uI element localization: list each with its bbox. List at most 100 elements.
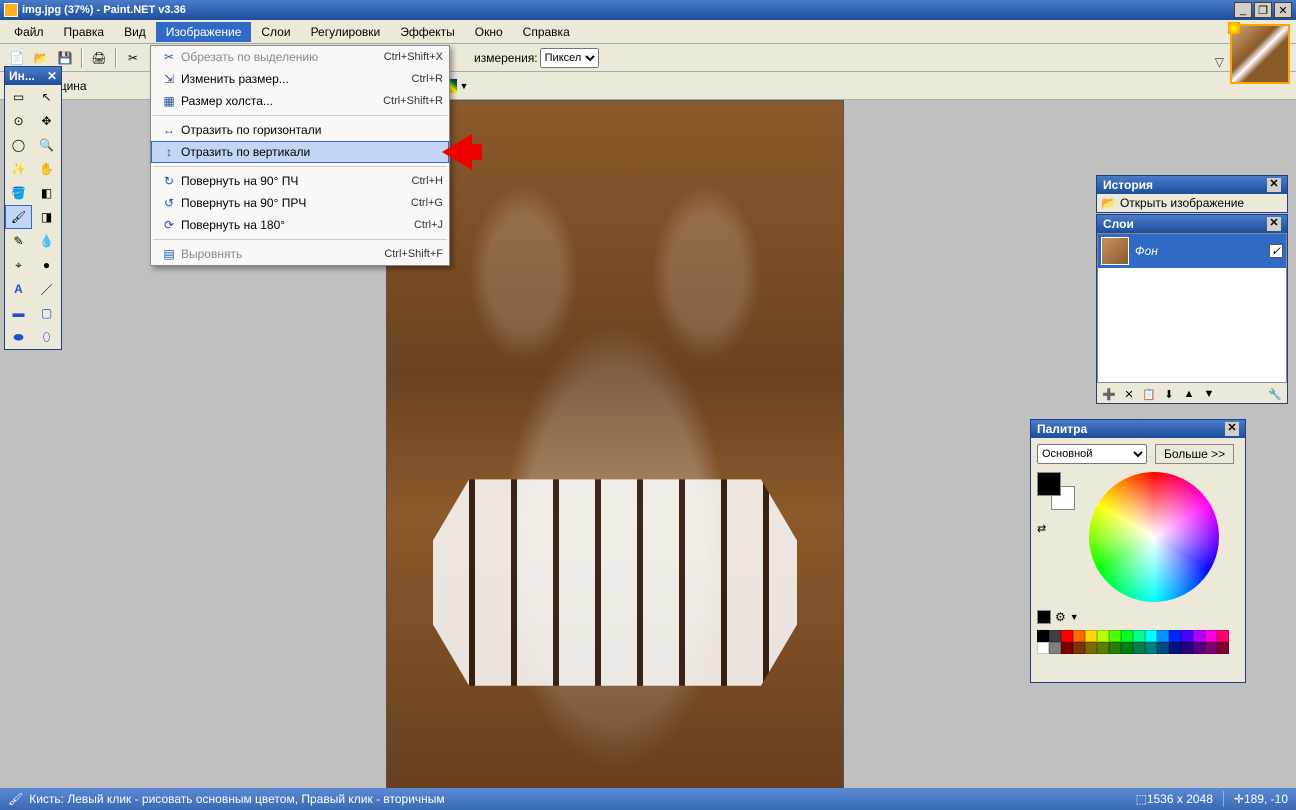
layers-title[interactable]: Слои (1103, 217, 1134, 231)
move-selection-tool[interactable]: ✥ (33, 109, 60, 133)
color-wheel[interactable] (1089, 472, 1219, 602)
cut-button[interactable]: ✂ (122, 47, 144, 69)
lasso-tool[interactable]: ⊙ (5, 109, 32, 133)
color-swatch[interactable] (1097, 630, 1109, 642)
color-swatch[interactable] (1205, 642, 1217, 654)
ellipse-select-tool[interactable]: ◯ (5, 133, 32, 157)
menu-window[interactable]: Окно (465, 22, 513, 42)
color-swatch[interactable] (1061, 630, 1073, 642)
close-button[interactable]: ✕ (1274, 2, 1292, 18)
gradient-tool[interactable]: ◧ (33, 181, 60, 205)
zoom-tool[interactable]: 🔍 (33, 133, 60, 157)
clone-tool[interactable]: ⌖ (5, 253, 32, 277)
roundrect-tool[interactable]: ▢ (33, 301, 60, 325)
layer-add-icon[interactable]: ➕ (1101, 386, 1117, 402)
color-swatch[interactable] (1085, 642, 1097, 654)
thumbnail-chevron-icon[interactable]: ▽ (1215, 55, 1224, 69)
color-swatch[interactable] (1061, 642, 1073, 654)
minimize-button[interactable]: _ (1234, 2, 1252, 18)
color-swatch[interactable] (1037, 642, 1049, 654)
color-swatch[interactable] (1157, 630, 1169, 642)
color-swatch[interactable] (1145, 642, 1157, 654)
menu-file[interactable]: Файл (4, 22, 54, 42)
panel-close-icon[interactable]: ✕ (1267, 217, 1281, 231)
menu-flip-vertical[interactable]: ↕Отразить по вертикали (151, 141, 449, 163)
swap-colors-icon[interactable]: ⇄ (1037, 522, 1081, 535)
fg-bg-colors[interactable] (1037, 472, 1081, 516)
menu-edit[interactable]: Правка (54, 22, 115, 42)
color-swatch[interactable] (1193, 642, 1205, 654)
color-swatch[interactable] (1121, 630, 1133, 642)
foreground-color[interactable] (1037, 472, 1061, 496)
color-swatch[interactable] (1217, 630, 1229, 642)
color-swatch[interactable] (1073, 642, 1085, 654)
rect-tool[interactable]: ▬ (5, 301, 32, 325)
color-swatch[interactable] (1049, 630, 1061, 642)
menu-canvas-size[interactable]: ▦Размер холста...Ctrl+Shift+R (151, 90, 449, 112)
color-swatch[interactable] (1073, 630, 1085, 642)
dropdown-icon[interactable]: ▼ (460, 81, 469, 91)
more-button[interactable]: Больше >> (1155, 444, 1234, 464)
color-mode-select[interactable]: Основной (1037, 444, 1147, 464)
brush-tool[interactable]: 🖌 (5, 205, 32, 229)
color-swatch[interactable] (1157, 642, 1169, 654)
ellipse-tool[interactable]: ⬬ (5, 325, 32, 349)
color-swatch[interactable] (1205, 630, 1217, 642)
maximize-button[interactable]: ❐ (1254, 2, 1272, 18)
line-tool[interactable]: ／ (33, 277, 60, 301)
layer-down-icon[interactable]: ▼ (1201, 386, 1217, 402)
color-swatch[interactable] (1169, 642, 1181, 654)
pan-tool[interactable]: ✋ (33, 157, 60, 181)
canvas[interactable] (386, 100, 844, 790)
document-thumbnail[interactable] (1230, 24, 1290, 84)
layer-props-icon[interactable]: 🔧 (1267, 386, 1283, 402)
layer-delete-icon[interactable]: ✕ (1121, 386, 1137, 402)
palette-menu-icon[interactable]: ⚙ (1055, 610, 1066, 624)
menu-rotate-180[interactable]: ⟳Повернуть на 180°Ctrl+J (151, 214, 449, 236)
panel-close-icon[interactable]: ✕ (1267, 178, 1281, 192)
panel-close-icon[interactable]: ✕ (47, 69, 57, 83)
print-button[interactable]: 🖨 (88, 47, 110, 69)
pencil-tool[interactable]: ✎ (5, 229, 32, 253)
color-swatch[interactable] (1085, 630, 1097, 642)
color-swatch[interactable] (1133, 642, 1145, 654)
tools-panel-title[interactable]: Ин...✕ (5, 67, 61, 85)
history-title[interactable]: История (1103, 178, 1153, 192)
layer-up-icon[interactable]: ▲ (1181, 386, 1197, 402)
color-swatch[interactable] (1109, 642, 1121, 654)
color-swatch[interactable] (1121, 642, 1133, 654)
color-swatch[interactable] (1181, 642, 1193, 654)
menu-rotate-cw[interactable]: ↻Повернуть на 90° ПЧCtrl+H (151, 170, 449, 192)
color-swatch[interactable] (1037, 630, 1049, 642)
color-swatch[interactable] (1181, 630, 1193, 642)
palette-title[interactable]: Палитра (1037, 422, 1087, 436)
color-swatch[interactable] (1169, 630, 1181, 642)
rect-select-tool[interactable]: ▭ (5, 85, 32, 109)
menu-resize[interactable]: ⇲Изменить размер...Ctrl+R (151, 68, 449, 90)
menu-adjust[interactable]: Регулировки (301, 22, 391, 42)
text-tool[interactable]: A (5, 277, 32, 301)
menu-view[interactable]: Вид (114, 22, 156, 42)
menu-effects[interactable]: Эффекты (390, 22, 465, 42)
menu-rotate-ccw[interactable]: ↺Повернуть на 90° ПРЧCtrl+G (151, 192, 449, 214)
color-swatch[interactable] (1217, 642, 1229, 654)
color-swatch[interactable] (1145, 630, 1157, 642)
eraser-tool[interactable]: ◨ (33, 205, 60, 229)
color-swatch[interactable] (1097, 642, 1109, 654)
unit-select[interactable]: Пиксел (540, 48, 599, 68)
layer-merge-icon[interactable]: ⬇ (1161, 386, 1177, 402)
panel-close-icon[interactable]: ✕ (1225, 422, 1239, 436)
layer-duplicate-icon[interactable]: 📋 (1141, 386, 1157, 402)
wand-tool[interactable]: ✨ (5, 157, 32, 181)
color-swatch[interactable] (1193, 630, 1205, 642)
menu-layers[interactable]: Слои (251, 22, 300, 42)
fill-tool[interactable]: 🪣 (5, 181, 32, 205)
layer-visible-checkbox[interactable]: ✓ (1269, 244, 1283, 258)
eyedropper-tool[interactable]: 💧 (33, 229, 60, 253)
menu-help[interactable]: Справка (513, 22, 580, 42)
freeform-tool[interactable]: ⬯ (33, 325, 60, 349)
menu-flip-horizontal[interactable]: ↔Отразить по горизонтали (151, 119, 449, 141)
color-swatch[interactable] (1049, 642, 1061, 654)
menu-image[interactable]: Изображение (156, 22, 252, 42)
move-tool[interactable]: ↖ (33, 85, 60, 109)
